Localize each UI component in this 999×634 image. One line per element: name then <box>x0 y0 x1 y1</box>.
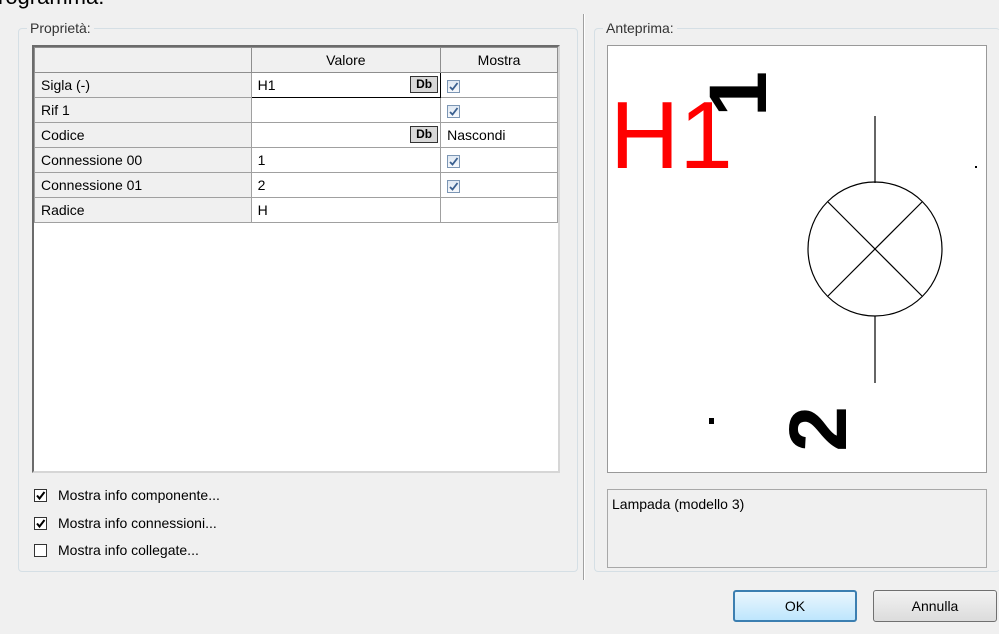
anchor-dot <box>975 166 977 168</box>
header-name <box>34 47 252 73</box>
row-show-cell[interactable]: Nascondi <box>440 122 558 148</box>
check-icon <box>449 107 459 117</box>
show-checkbox[interactable] <box>447 155 461 169</box>
option-show-component-info[interactable]: Mostra info componente... <box>34 485 220 505</box>
row-value-input[interactable]: Db <box>250 122 442 148</box>
properties-table: Valore Mostra Sigla (-) H1 Db Rif 1 Codi… <box>34 47 558 223</box>
option-show-connection-info[interactable]: Mostra info connessioni... <box>34 513 217 533</box>
checkbox[interactable] <box>34 488 47 502</box>
row-name: Sigla (-) <box>34 72 252 98</box>
check-icon <box>449 82 459 92</box>
row-value-input[interactable]: 1 <box>250 147 442 173</box>
preview-group-title: Anteprima: <box>603 20 677 36</box>
cancel-button[interactable]: Annulla <box>873 590 997 622</box>
component-description: Lampada (modello 3) <box>607 489 987 568</box>
vertical-divider <box>583 14 585 580</box>
row-value-input[interactable]: H <box>250 197 442 223</box>
table-row[interactable]: Radice H <box>34 197 558 223</box>
symbol-preview: H1 1 2 <box>607 45 987 473</box>
row-value-input[interactable]: 2 <box>250 172 442 198</box>
table-row[interactable]: Rif 1 <box>34 97 558 123</box>
option-show-linked-info[interactable]: Mostra info collegate... <box>34 540 199 560</box>
row-value-text: H <box>257 202 268 218</box>
option-label: Mostra info collegate... <box>58 542 199 558</box>
show-checkbox[interactable] <box>447 180 461 194</box>
check-icon <box>449 157 459 167</box>
table-row[interactable]: Sigla (-) H1 Db <box>34 72 558 98</box>
row-value-text: H1 <box>257 77 276 93</box>
show-checkbox[interactable] <box>447 80 461 94</box>
table-row[interactable]: Codice Db Nascondi <box>34 122 558 148</box>
option-label: Mostra info connessioni... <box>58 515 217 531</box>
row-value-input[interactable]: H1 Db <box>250 72 442 98</box>
row-value-text: 1 <box>257 152 266 168</box>
row-value-input[interactable] <box>250 97 442 123</box>
header-value[interactable]: Valore <box>250 47 442 73</box>
table-header-row: Valore Mostra <box>34 47 558 73</box>
row-name: Codice <box>34 122 252 148</box>
check-icon <box>36 518 46 528</box>
header-show[interactable]: Mostra <box>440 47 558 73</box>
check-icon <box>36 490 46 500</box>
row-name: Rif 1 <box>34 97 252 123</box>
anchor-dot <box>709 418 714 424</box>
cut-off-title: rogramma: <box>0 0 104 10</box>
row-value-text: 2 <box>257 177 266 193</box>
row-show-cell[interactable] <box>440 72 558 98</box>
row-name: Radice <box>34 197 252 223</box>
database-button[interactable]: Db <box>410 126 439 143</box>
option-label: Mostra info componente... <box>58 487 220 503</box>
checkbox[interactable] <box>34 516 47 530</box>
row-show-cell[interactable] <box>440 97 558 123</box>
row-show-cell[interactable] <box>440 197 558 223</box>
show-checkbox[interactable] <box>447 105 461 119</box>
properties-grid[interactable]: Valore Mostra Sigla (-) H1 Db Rif 1 Codi… <box>32 45 560 473</box>
table-row[interactable]: Connessione 00 1 <box>34 147 558 173</box>
row-show-cell[interactable] <box>440 172 558 198</box>
row-show-cell[interactable] <box>440 147 558 173</box>
table-row[interactable]: Connessione 01 2 <box>34 172 558 198</box>
checkbox[interactable] <box>34 543 47 557</box>
lamp-symbol: H1 1 2 <box>610 71 977 452</box>
database-button[interactable]: Db <box>410 76 439 93</box>
row-name: Connessione 00 <box>34 147 252 173</box>
pin-bottom-label: 2 <box>773 406 864 452</box>
row-name: Connessione 01 <box>34 172 252 198</box>
check-icon <box>449 182 459 192</box>
ok-button[interactable]: OK <box>733 590 857 622</box>
properties-group-title: Proprietà: <box>27 20 94 36</box>
pin-top-label: 1 <box>693 71 784 117</box>
